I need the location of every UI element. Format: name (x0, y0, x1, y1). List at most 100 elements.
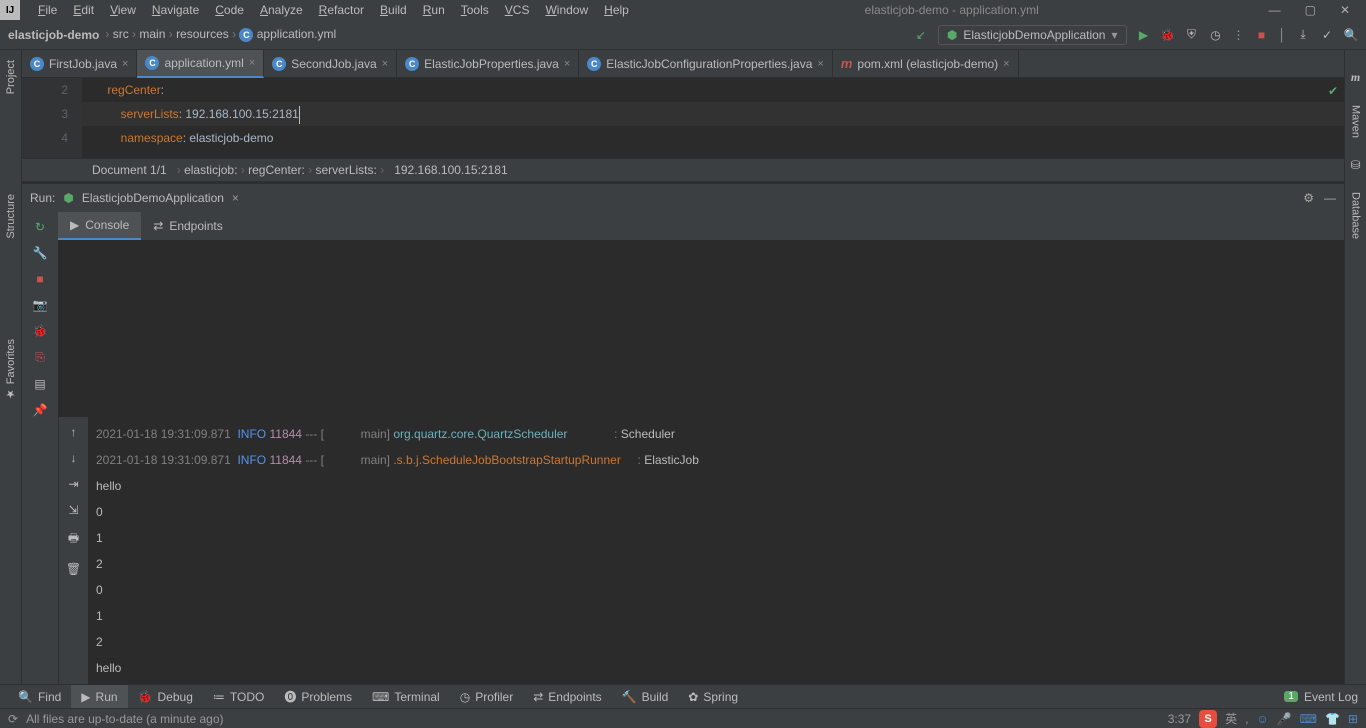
maximize-icon[interactable]: ▢ (1305, 3, 1316, 17)
caret-position[interactable]: 3:37 (1168, 712, 1191, 726)
minimize-icon[interactable]: — (1269, 3, 1281, 17)
git-update-icon[interactable]: ⤓ (1296, 28, 1310, 42)
scroll-down-icon[interactable]: ↓ (71, 451, 77, 465)
close-icon[interactable]: ✕ (1340, 3, 1350, 17)
run-tab-console[interactable]: ▶Console (58, 212, 141, 240)
close-tab-icon[interactable]: × (817, 58, 823, 70)
menu-navigate[interactable]: Navigate (146, 1, 205, 19)
breadcrumb-main[interactable]: main (139, 27, 165, 41)
close-tab-icon[interactable]: × (1003, 58, 1009, 70)
bottom-profiler[interactable]: ◷Profiler (450, 685, 524, 709)
breadcrumb[interactable]: elasticjob-demo › src › main › resources… (8, 27, 336, 42)
run-tab-endpoints[interactable]: ⇄Endpoints (141, 212, 234, 240)
pin-icon[interactable]: 📌 (33, 403, 48, 417)
rerun-icon[interactable]: ↻ (35, 220, 45, 234)
close-tab-icon[interactable]: × (122, 58, 128, 70)
tray-keyboard-icon[interactable]: ⌨ (1300, 712, 1317, 726)
right-stripe-database[interactable]: Database (1350, 192, 1362, 239)
editor-breadcrumb[interactable]: Document 1/1 › elasticjob: › regCenter: … (22, 158, 1344, 182)
database-icon[interactable]: ⛁ (1350, 158, 1360, 172)
editor-tab-application.yml[interactable]: Capplication.yml× (137, 50, 264, 78)
coverage-icon[interactable]: ⛨ (1185, 28, 1199, 42)
editor-tabs: CFirstJob.java×Capplication.yml×CSecondJ… (22, 50, 1344, 78)
scroll-to-end-icon[interactable]: ⇲ (68, 503, 78, 517)
menu-refactor[interactable]: Refactor (313, 1, 370, 19)
menu-view[interactable]: View (104, 1, 142, 19)
editor[interactable]: 234 regCenter: serverLists: 192.168.100.… (22, 78, 1344, 158)
compile-icon[interactable]: ↙ (914, 28, 928, 42)
editor-tab-ElasticJobProperties.java[interactable]: CElasticJobProperties.java× (397, 50, 579, 78)
left-stripe-favorites[interactable]: ★ Favorites (4, 339, 17, 400)
left-stripe-structure[interactable]: Structure (5, 194, 17, 239)
debug-icon[interactable]: 🐞 (1161, 28, 1175, 42)
stop-run-icon[interactable]: ■ (36, 272, 43, 286)
right-stripe-maven[interactable]: Maven (1350, 105, 1362, 138)
app-logo: IJ (0, 0, 20, 20)
menu-tools[interactable]: Tools (455, 1, 495, 19)
event-log-button[interactable]: Event Log (1304, 690, 1358, 704)
bottom-build[interactable]: 🔨Build (612, 685, 679, 709)
git-commit-icon[interactable]: ✓ (1320, 28, 1334, 42)
close-tab-icon[interactable]: × (564, 58, 570, 70)
breadcrumb-resources[interactable]: resources (176, 27, 229, 41)
bottom-tool-stripe: 🔍Find▶Run🐞Debug≔TODO⓿Problems⌨Terminal◷P… (0, 684, 1366, 708)
menu-window[interactable]: Window (539, 1, 594, 19)
bottom-problems[interactable]: ⓿Problems (274, 685, 362, 709)
editor-tab-pom.xml (elasticjob-demo)[interactable]: mpom.xml (elasticjob-demo)× (833, 50, 1019, 78)
breadcrumb-src[interactable]: src (113, 27, 129, 41)
menu-analyze[interactable]: Analyze (254, 1, 309, 19)
left-stripe-project[interactable]: Project (5, 60, 17, 94)
clear-icon[interactable]: 🗑 (66, 562, 81, 576)
bottom-terminal[interactable]: ⌨Terminal (362, 685, 450, 709)
menu-build[interactable]: Build (374, 1, 413, 19)
layout-icon[interactable]: ▤ (34, 377, 45, 391)
bottom-find[interactable]: 🔍Find (8, 685, 71, 709)
tray-shirt-icon[interactable]: 👕 (1325, 712, 1340, 726)
bottom-run[interactable]: ▶Run (71, 685, 127, 709)
breadcrumb-project[interactable]: elasticjob-demo (8, 28, 99, 42)
ime-lang[interactable]: 英 (1225, 710, 1237, 727)
inspection-ok-icon[interactable]: ✔ (1328, 84, 1338, 98)
profile-icon[interactable]: ◷ (1209, 28, 1223, 42)
code-area[interactable]: regCenter: serverLists: 192.168.100.15:2… (82, 78, 1344, 158)
run-config-selector[interactable]: ⬢ ElasticjobDemoApplication ▾ (938, 25, 1127, 45)
print-icon[interactable]: 🖶 (68, 529, 79, 550)
bottom-endpoints[interactable]: ⇄Endpoints (523, 685, 611, 709)
console-scrollbar[interactable] (1330, 417, 1342, 684)
editor-tab-ElasticJobConfigurationProperties.java[interactable]: CElasticJobConfigurationProperties.java× (579, 50, 833, 78)
menu-run[interactable]: Run (417, 1, 451, 19)
wrench-icon[interactable]: 🔧 (33, 246, 48, 260)
editor-tab-SecondJob.java[interactable]: CSecondJob.java× (264, 50, 397, 78)
menu-help[interactable]: Help (598, 1, 635, 19)
menu-edit[interactable]: Edit (67, 1, 100, 19)
run-config-tab[interactable]: ElasticjobDemoApplication (82, 191, 224, 205)
menu-file[interactable]: File (32, 1, 63, 19)
exit-icon[interactable]: ⎘ (35, 350, 45, 365)
bottom-spring[interactable]: ✿Spring (678, 685, 748, 709)
breadcrumb-application.yml[interactable]: C application.yml (239, 27, 336, 41)
dump-icon[interactable]: 📷 (33, 298, 48, 312)
close-tab-icon[interactable]: × (382, 58, 388, 70)
console-output[interactable]: 2021-01-18 19:31:09.871 INFO 11844 --- [… (88, 417, 1344, 684)
menu-code[interactable]: Code (209, 1, 250, 19)
soft-wrap-icon[interactable]: ⇥ (68, 477, 78, 491)
rerun-failed-icon[interactable]: 🐞 (33, 324, 48, 338)
menu-vcs[interactable]: VCS (499, 1, 536, 19)
tray-smile-icon[interactable]: ☺ (1256, 712, 1268, 726)
bottom-debug[interactable]: 🐞Debug (128, 685, 203, 709)
bottom-todo[interactable]: ≔TODO (203, 685, 274, 709)
stop-icon[interactable]: ■ (1255, 28, 1269, 42)
scroll-up-icon[interactable]: ↑ (71, 425, 77, 439)
close-tab-icon[interactable]: × (249, 57, 255, 69)
editor-tab-FirstJob.java[interactable]: CFirstJob.java× (22, 50, 137, 78)
search-everywhere-icon[interactable]: 🔍 (1344, 28, 1358, 42)
tray-mic-icon[interactable]: 🎤 (1277, 712, 1292, 726)
close-run-tab-icon[interactable]: × (232, 191, 239, 205)
run-icon[interactable]: ▶ (1137, 28, 1151, 42)
tray-grid-icon[interactable]: ⊞ (1348, 712, 1358, 726)
minimize-tool-icon[interactable]: — (1324, 191, 1336, 205)
ime-icon[interactable]: S (1199, 710, 1217, 728)
maven-icon[interactable]: m (1351, 70, 1360, 85)
settings-icon[interactable]: ⚙ (1303, 191, 1314, 205)
status-sync-icon[interactable]: ⟳ (8, 712, 18, 726)
